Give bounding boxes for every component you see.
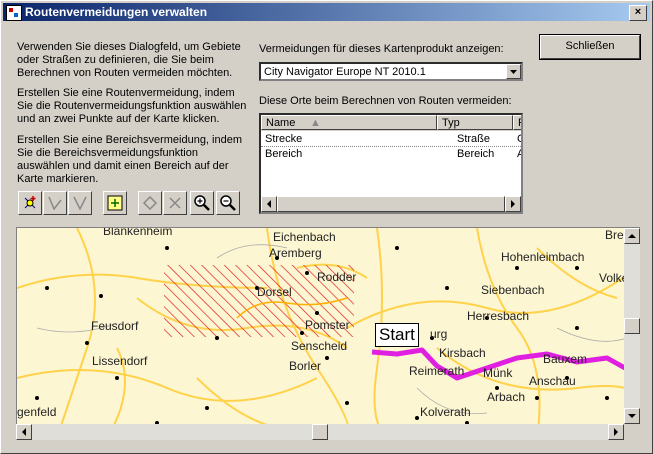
horizontal-scroll-thumb[interactable] (312, 424, 328, 440)
place-label: Anschau (529, 374, 576, 388)
place-label: Borler (289, 359, 322, 373)
chevron-down-icon (628, 414, 636, 418)
place-label: Siebenbach (481, 283, 545, 297)
select-icon (107, 195, 123, 211)
place-label: Münk (483, 366, 513, 380)
chevron-right-icon (511, 200, 515, 208)
place-label: Senscheid (291, 339, 348, 353)
place-label: Arbach (487, 390, 526, 404)
diamond-button[interactable] (138, 191, 162, 215)
chevron-right-icon (614, 428, 618, 436)
diamond-icon (142, 195, 158, 211)
place-label: Herresbach (467, 309, 530, 323)
add-point-button[interactable] (18, 191, 42, 215)
scroll-left-button[interactable] (261, 196, 277, 212)
place-label: Dorsel (257, 285, 292, 299)
list-item[interactable]: Strecke Straße C (261, 132, 521, 146)
place-label: Pomster (305, 318, 350, 332)
list-header: Name ▲ Typ P (261, 115, 521, 131)
map-vertical-scrollbar[interactable] (624, 228, 640, 424)
sort-up-icon: ▲ (310, 117, 321, 129)
list-item[interactable]: Bereich Bereich A (261, 147, 521, 161)
column-header-typ[interactable]: Typ (437, 115, 513, 130)
description-paragraph-1: Verwenden Sie dieses Dialogfeld, um Gebi… (17, 41, 241, 79)
map-horizontal-scrollbar[interactable] (16, 424, 624, 440)
place-label: Blankenheim (103, 227, 173, 238)
description-paragraph-2: Erstellen Sie eine Routenvermeidung, ind… (17, 87, 247, 125)
product-select[interactable]: City Navigator Europe NT 2010.1 (259, 62, 523, 81)
scroll-thumb[interactable] (277, 196, 505, 212)
dropdown-arrow-button[interactable] (506, 64, 521, 79)
close-button[interactable]: Schließen (540, 35, 640, 59)
map-scroll-right-button[interactable] (608, 424, 624, 440)
chevron-left-icon (22, 428, 26, 436)
place-label: genfeld (17, 405, 57, 419)
window-title: Routenvermeidungen verwalten (25, 5, 208, 19)
place-label: Reimerath (409, 364, 465, 378)
start-marker-label[interactable]: Start (375, 323, 419, 347)
area-avoid-button[interactable] (68, 191, 92, 215)
chevron-left-icon (267, 200, 271, 208)
column-header-name[interactable]: Name ▲ (261, 115, 437, 130)
place-label: urg (430, 327, 448, 341)
route-avoid-icon (48, 196, 62, 211)
close-window-button[interactable]: × (629, 5, 647, 21)
place-label: Rodder (317, 270, 357, 284)
delete-button[interactable] (163, 191, 187, 215)
place-label: Lissendorf (92, 354, 148, 368)
scroll-up-button[interactable] (624, 228, 640, 244)
list-horizontal-scrollbar[interactable] (261, 196, 521, 212)
place-label: Kolverath (420, 405, 471, 419)
place-label: Eichenbach (273, 230, 336, 244)
column-header-p[interactable]: P (513, 115, 521, 130)
route-avoid-button[interactable] (43, 191, 67, 215)
map-view[interactable]: Blankenheim Eichenbach Brei Aremberg Hoh… (16, 227, 640, 439)
delete-icon (169, 197, 181, 209)
product-select-value: City Navigator Europe NT 2010.1 (264, 66, 426, 78)
place-label: Feusdorf (91, 319, 139, 333)
zoom-out-button[interactable] (216, 191, 240, 215)
scroll-right-button[interactable] (505, 196, 521, 212)
place-label: Aremberg (269, 246, 322, 260)
avoid-list-label: Diese Orte beim Berechnen von Routen ver… (259, 95, 512, 107)
zoom-in-icon (194, 195, 210, 211)
avoid-list[interactable]: Name ▲ Typ P Strecke Straße C Bereich Be… (259, 113, 523, 214)
place-label: Hohenleimbach (501, 250, 585, 264)
add-point-icon (24, 196, 36, 209)
vertical-scroll-thumb[interactable] (624, 318, 640, 334)
chevron-up-icon (628, 234, 636, 238)
description-paragraph-3: Erstellen Sie eine Bereichsvermeidung, i… (17, 134, 243, 185)
zoom-out-icon (220, 195, 236, 211)
app-icon (6, 5, 22, 21)
product-label: Vermeidungen für dieses Kartenprodukt an… (259, 43, 504, 55)
area-avoid-icon (73, 196, 87, 211)
place-label: Bauxem (543, 352, 588, 366)
scrollbar-corner (624, 424, 640, 440)
place-label: Kirsbach (439, 346, 486, 360)
title-bar[interactable]: Routenvermeidungen verwalten × (3, 3, 650, 21)
map-scroll-left-button[interactable] (16, 424, 32, 440)
select-button[interactable] (103, 191, 127, 215)
scroll-down-button[interactable] (624, 408, 640, 424)
zoom-in-button[interactable] (190, 191, 214, 215)
chevron-down-icon (510, 70, 517, 74)
dialog-window: Routenvermeidungen verwalten × Verwenden… (0, 0, 653, 454)
